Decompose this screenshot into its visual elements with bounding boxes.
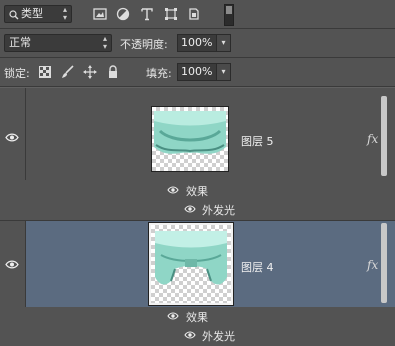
layer-scrollbar[interactable]: [381, 223, 387, 303]
shape-filter-icon[interactable]: [164, 7, 178, 21]
layer-scrollbar[interactable]: [381, 96, 387, 176]
adjustment-filter-icon[interactable]: [116, 7, 130, 21]
effect-name: 外发光: [202, 330, 235, 343]
eye-icon[interactable]: [184, 205, 196, 213]
effects-row[interactable]: 效果: [0, 182, 395, 199]
opacity-label: 不透明度:: [120, 38, 168, 51]
effect-item-row[interactable]: 外发光: [0, 201, 395, 218]
layer-kind-dropdown[interactable]: 类型 ▴ ▾: [4, 5, 72, 23]
fx-icon[interactable]: fx: [367, 258, 378, 272]
effects-label: 效果: [186, 311, 208, 324]
lock-position-icon[interactable]: [83, 65, 97, 79]
blend-mode-value: 正常: [9, 36, 31, 49]
type-filter-icon[interactable]: [140, 7, 154, 21]
eye-icon[interactable]: [184, 331, 196, 339]
effect-item-row[interactable]: 外发光: [0, 327, 395, 344]
filter-toggle-switch[interactable]: [224, 4, 234, 26]
fx-icon[interactable]: fx: [367, 132, 378, 146]
layer-name[interactable]: 图层 4: [241, 259, 274, 275]
fill-label: 填充:: [146, 67, 172, 80]
layer-item-selected[interactable]: 图层 4 fx 效果 外发光: [0, 221, 395, 346]
opacity-slider-button[interactable]: ▾: [217, 34, 231, 52]
layer-visibility-column[interactable]: [0, 221, 26, 307]
lock-options-bar: 锁定: 填充: 100% ▾: [0, 58, 395, 86]
eye-icon[interactable]: [5, 133, 19, 142]
blend-mode-dropdown[interactable]: 正常 ▴ ▾: [4, 34, 112, 52]
blend-options-bar: 正常 ▴ ▾ 不透明度: 100% ▾: [0, 29, 395, 57]
eye-icon[interactable]: [167, 186, 179, 194]
smart-object-filter-icon[interactable]: [187, 7, 201, 21]
dropdown-arrows-icon: ▴ ▾: [62, 5, 67, 22]
layer-item[interactable]: 图层 5 fx 效果 外发光: [0, 88, 395, 220]
lock-image-pixels-icon[interactable]: [61, 65, 75, 79]
lock-transparent-pixels-icon[interactable]: [39, 66, 51, 78]
thumbnail-image: [155, 231, 227, 285]
layer-thumbnail: [148, 222, 234, 306]
image-filter-icon[interactable]: [93, 7, 107, 21]
lock-label: 锁定:: [4, 67, 30, 80]
effect-name: 外发光: [202, 204, 235, 217]
search-icon: [9, 9, 19, 20]
layer-name[interactable]: 图层 5: [241, 133, 274, 149]
eye-icon[interactable]: [167, 312, 179, 320]
fill-slider-button[interactable]: ▾: [217, 63, 231, 81]
fill-input[interactable]: 100%: [177, 63, 217, 81]
layer-visibility-column[interactable]: [0, 88, 26, 180]
opacity-input[interactable]: 100%: [177, 34, 217, 52]
layer-row[interactable]: 图层 5 fx: [0, 88, 395, 180]
layer-thumbnail: [151, 106, 229, 172]
eye-icon[interactable]: [5, 260, 19, 269]
layer-filter-bar: 类型 ▴ ▾: [0, 0, 395, 28]
effects-row[interactable]: 效果: [0, 308, 395, 325]
layer-kind-label: 类型: [21, 7, 43, 20]
effects-label: 效果: [186, 185, 208, 198]
dropdown-arrows-icon: ▴ ▾: [102, 34, 107, 51]
layer-row[interactable]: 图层 4 fx: [0, 221, 395, 307]
thumbnail-image: [154, 111, 226, 154]
lock-all-icon[interactable]: [106, 65, 120, 79]
